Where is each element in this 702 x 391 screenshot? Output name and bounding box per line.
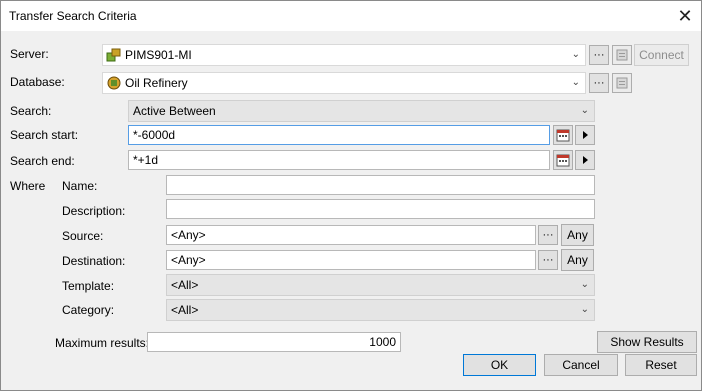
database-value: Oil Refinery (125, 76, 188, 90)
category-select[interactable]: <All> ⌄ (166, 299, 595, 321)
category-value: <All> (171, 303, 199, 317)
properties-icon[interactable] (612, 73, 632, 93)
server-combo[interactable]: PIMS901-MI ⌄ (102, 44, 586, 66)
maximum-results-label: Maximum results: (55, 336, 150, 350)
destination-any-button[interactable]: Any (561, 249, 594, 271)
search-mode-value: Active Between (133, 104, 216, 118)
where-label: Where (10, 179, 46, 193)
play-icon[interactable] (575, 125, 595, 145)
source-any-button[interactable]: Any (561, 224, 594, 246)
chevron-down-icon: ⌄ (580, 304, 589, 315)
chevron-down-icon: ⌄ (571, 77, 580, 88)
template-label: Template: (62, 279, 115, 293)
database-label: Database: (10, 75, 65, 89)
transfer-search-criteria-dialog: Transfer Search Criteria ✕ Server: PIMS9… (0, 0, 702, 391)
destination-browse-button[interactable]: ··· (538, 250, 558, 270)
database-browse-button[interactable]: ··· (589, 73, 609, 93)
properties-icon[interactable] (612, 45, 632, 65)
chevron-down-icon: ⌄ (580, 105, 589, 116)
database-combo[interactable]: Oil Refinery ⌄ (102, 72, 586, 94)
search-end-label: Search end: (10, 154, 75, 168)
destination-label: Destination: (62, 254, 126, 268)
template-select[interactable]: <All> ⌄ (166, 274, 595, 296)
chevron-down-icon: ⌄ (580, 279, 589, 290)
category-label: Category: (62, 303, 115, 317)
search-start-label: Search start: (10, 128, 79, 142)
name-input[interactable] (166, 175, 595, 195)
source-input[interactable]: <Any> (166, 225, 536, 245)
maximum-results-input[interactable]: 1000 (147, 332, 401, 352)
name-label: Name: (62, 179, 98, 193)
calendar-icon[interactable] (553, 125, 573, 145)
search-end-input[interactable]: *+1d (128, 150, 550, 170)
template-value: <All> (171, 278, 199, 292)
close-icon[interactable]: ✕ (669, 1, 701, 31)
source-label: Source: (62, 229, 104, 243)
server-browse-button[interactable]: ··· (589, 45, 609, 65)
destination-input[interactable]: <Any> (166, 250, 536, 270)
window-title: Transfer Search Criteria (9, 9, 137, 23)
description-input[interactable] (166, 199, 595, 219)
database-icon (107, 76, 121, 90)
ok-button[interactable]: OK (463, 354, 536, 376)
search-label: Search: (10, 104, 52, 118)
server-label: Server: (10, 47, 49, 61)
show-results-button[interactable]: Show Results (597, 331, 697, 353)
calendar-icon[interactable] (553, 150, 573, 170)
search-start-input[interactable]: *-6000d (128, 125, 550, 145)
play-icon[interactable] (575, 150, 595, 170)
title-bar: Transfer Search Criteria ✕ (1, 1, 701, 31)
server-icon (106, 48, 121, 62)
reset-button[interactable]: Reset (625, 354, 697, 376)
search-mode-select[interactable]: Active Between ⌄ (128, 100, 595, 122)
description-label: Description: (62, 204, 126, 218)
server-value: PIMS901-MI (125, 48, 192, 62)
chevron-down-icon: ⌄ (571, 49, 580, 60)
cancel-button[interactable]: Cancel (544, 354, 618, 376)
source-browse-button[interactable]: ··· (538, 225, 558, 245)
connect-button[interactable]: Connect (634, 44, 689, 66)
